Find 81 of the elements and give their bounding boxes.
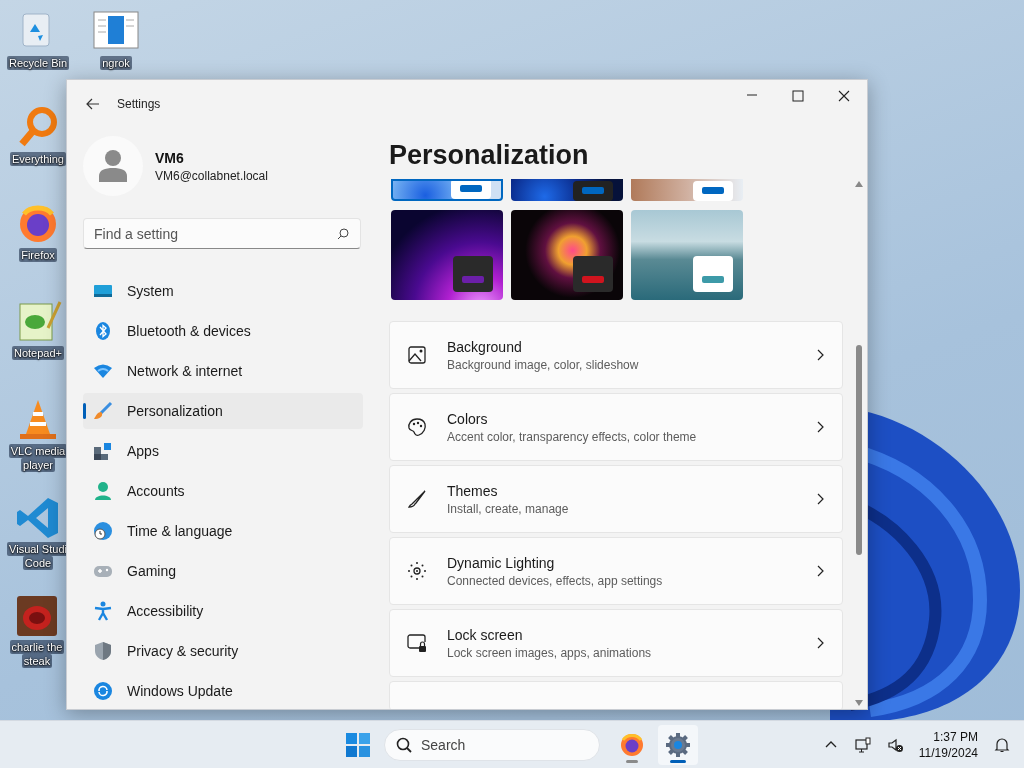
desktop-icon-label: Firefox bbox=[19, 248, 57, 262]
setting-description: Accent color, transparency effects, color theme bbox=[447, 429, 698, 444]
screen-lock-icon bbox=[407, 633, 427, 653]
chevron-right-icon bbox=[816, 493, 824, 505]
chevron-right-icon bbox=[816, 565, 824, 577]
shield-icon bbox=[93, 641, 113, 661]
setting-card[interactable]: Dynamic Lighting Connected devices, effects, app settings bbox=[389, 537, 843, 605]
search-icon bbox=[396, 737, 412, 753]
setting-description: Connected devices, effects, app settings bbox=[447, 573, 664, 588]
setting-description: Install, create, manage bbox=[447, 501, 570, 516]
setting-title: Dynamic Lighting bbox=[447, 554, 556, 571]
setting-description: Background image, color, slideshow bbox=[447, 357, 640, 372]
chevron-right-icon bbox=[816, 421, 824, 433]
maximize-icon bbox=[792, 90, 804, 102]
setting-title: Colors bbox=[447, 410, 489, 427]
setting-title: Themes bbox=[447, 482, 499, 499]
bell-icon[interactable] bbox=[994, 737, 1010, 753]
setting-description: Lock screen images, apps, animations bbox=[447, 645, 653, 660]
desktop-icon-label: VLC media bbox=[8, 444, 68, 458]
sidebar-item[interactable]: Privacy & security bbox=[83, 633, 363, 669]
desktop-icon-label: Recycle Bin bbox=[6, 56, 70, 70]
taskbar-search-field[interactable]: Search bbox=[384, 729, 600, 761]
chevron-right-icon bbox=[816, 637, 824, 649]
palette-icon bbox=[407, 417, 427, 437]
setting-card[interactable]: Lock screen Lock screen images, apps, animations bbox=[389, 609, 843, 677]
profile-name: VM6 bbox=[155, 149, 185, 166]
taskbar-app-button[interactable] bbox=[658, 725, 698, 765]
setting-title: Lock screen bbox=[447, 626, 524, 643]
sidebar-item[interactable]: Personalization bbox=[83, 393, 363, 429]
theme-thumbnail[interactable] bbox=[391, 210, 503, 300]
profile-email: VM6@collabnet.local bbox=[155, 168, 268, 183]
globe-clock-icon bbox=[93, 521, 113, 541]
brush-icon bbox=[407, 489, 427, 509]
desktop-icon-label: charlie the bbox=[9, 640, 65, 654]
clock-time[interactable]: 1:37 PM bbox=[933, 729, 978, 745]
close-icon bbox=[838, 90, 850, 102]
setting-card[interactable]: Colors Accent color, transparency effects, color theme bbox=[389, 393, 843, 461]
clock-date[interactable]: 11/19/2024 bbox=[918, 745, 978, 761]
theme-thumbnail[interactable] bbox=[631, 210, 743, 300]
sidebar-item[interactable]: Apps bbox=[83, 433, 363, 469]
settings-gear-icon bbox=[666, 733, 690, 757]
desktop-icon-label: player bbox=[21, 458, 55, 472]
sidebar-item[interactable]: Bluetooth & devices bbox=[83, 313, 363, 349]
page-title: Personalization bbox=[389, 138, 590, 172]
setting-title: Background bbox=[447, 338, 523, 355]
refresh-arrows-icon bbox=[93, 681, 113, 701]
person-silhouette-icon bbox=[99, 150, 127, 182]
windows-logo-icon bbox=[346, 733, 370, 757]
window-title: Settings bbox=[117, 97, 162, 111]
theme-thumbnail[interactable] bbox=[391, 179, 503, 201]
sidebar-item[interactable]: Gaming bbox=[83, 553, 363, 589]
sidebar-item[interactable]: Windows Update bbox=[83, 673, 363, 709]
desktop-icon-label: ngrok bbox=[100, 56, 132, 70]
sidebar-item[interactable]: Time & language bbox=[83, 513, 363, 549]
light-burst-icon bbox=[407, 561, 427, 581]
accessibility-person-icon bbox=[93, 601, 113, 621]
scroll-down-arrow-icon[interactable] bbox=[855, 700, 863, 706]
picture-icon bbox=[407, 345, 427, 365]
person-icon bbox=[93, 481, 113, 501]
setting-card[interactable]: Background Background image, color, slideshow bbox=[389, 321, 843, 389]
theme-thumbnail[interactable] bbox=[511, 179, 623, 201]
theme-thumbnail[interactable] bbox=[631, 179, 743, 201]
theme-thumbnail[interactable] bbox=[511, 210, 623, 300]
desktop-icon-label: Notepad+ bbox=[12, 346, 64, 360]
chevron-right-icon bbox=[816, 349, 824, 361]
sidebar-item[interactable]: Network & internet bbox=[83, 353, 363, 389]
setting-card[interactable]: Themes Install, create, manage bbox=[389, 465, 843, 533]
bluetooth-icon bbox=[93, 321, 113, 341]
sidebar-item[interactable]: System bbox=[83, 273, 363, 309]
paintbrush-icon bbox=[93, 401, 113, 421]
network-monitor-icon[interactable] bbox=[854, 737, 871, 753]
app-tiles-icon bbox=[93, 441, 113, 461]
back-arrow-icon bbox=[86, 98, 100, 110]
speaker-muted-icon[interactable] bbox=[886, 737, 903, 753]
setting-search-field[interactable]: Find a setting bbox=[83, 218, 361, 249]
scrollbar-thumb[interactable] bbox=[856, 345, 862, 555]
scroll-up-arrow-icon[interactable] bbox=[855, 181, 863, 187]
sidebar-item[interactable]: Accessibility bbox=[83, 593, 363, 629]
search-icon bbox=[337, 228, 349, 240]
desktop-icon-label: Code bbox=[22, 556, 54, 570]
sidebar-item[interactable]: Accounts bbox=[83, 473, 363, 509]
